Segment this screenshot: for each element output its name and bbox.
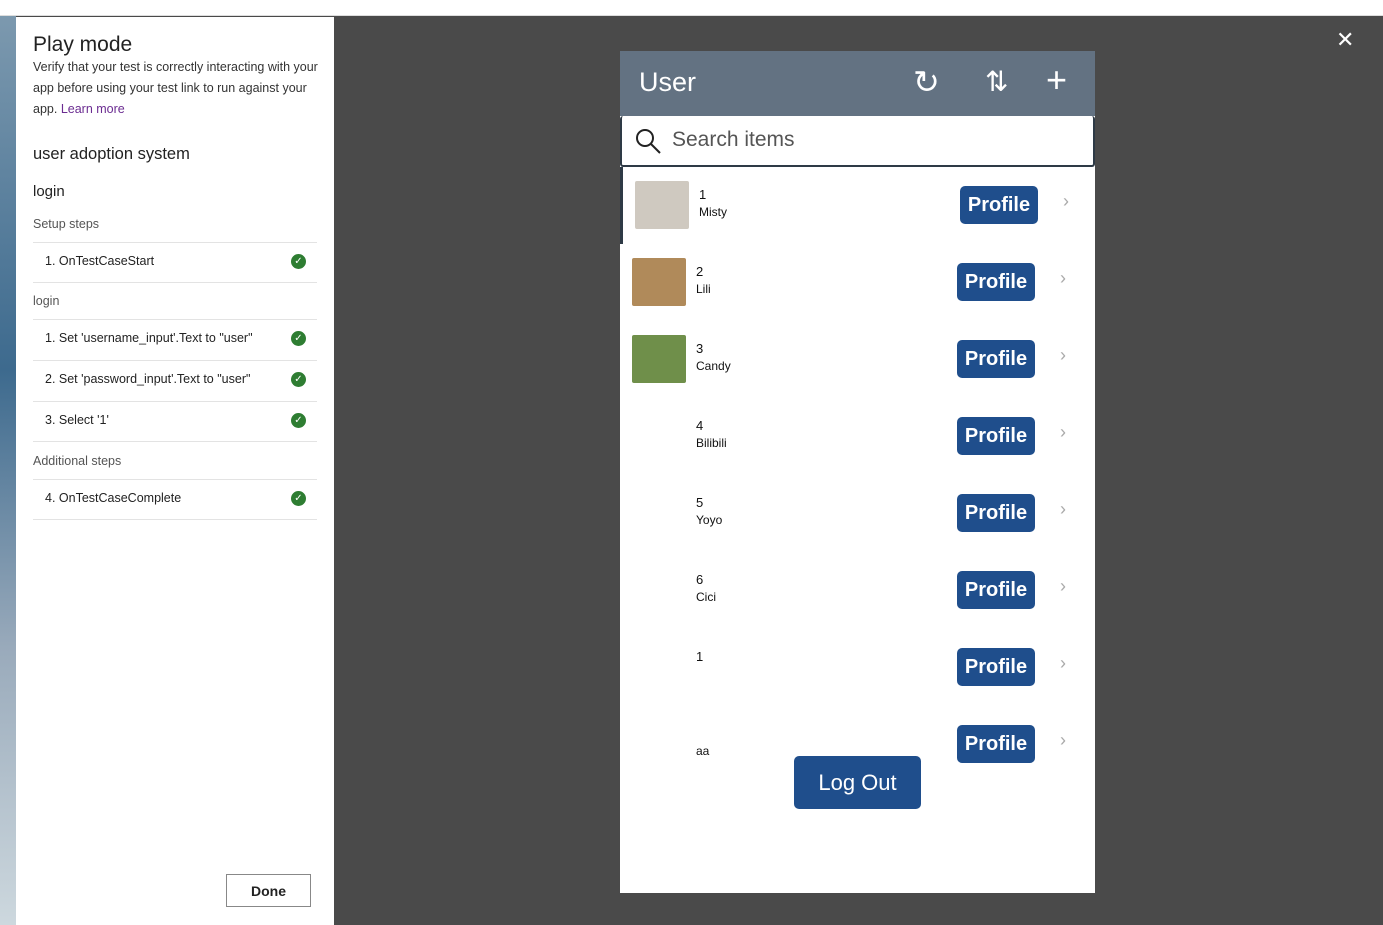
- browser-top-bar: [0, 0, 1383, 16]
- item-number: 3: [696, 341, 704, 356]
- list-item[interactable]: 3 Candy Profile ›: [620, 321, 1095, 398]
- profile-button[interactable]: Profile: [957, 725, 1035, 763]
- list-item[interactable]: 5 Yoyo Profile ›: [620, 475, 1095, 552]
- profile-button[interactable]: Profile: [957, 648, 1035, 686]
- login-steps-label: login: [33, 294, 60, 308]
- panel-title: Play mode: [33, 33, 133, 56]
- avatar: [632, 335, 686, 383]
- item-number: 5: [696, 495, 704, 510]
- chevron-right-icon[interactable]: ›: [1060, 653, 1066, 674]
- test-case-name: login: [33, 183, 65, 200]
- app-header: User ↻ ⇅ +: [620, 51, 1095, 116]
- app-name: user adoption system: [33, 145, 190, 163]
- check-icon: ✓: [291, 372, 306, 387]
- refresh-icon[interactable]: ↻: [913, 63, 940, 101]
- play-mode-panel: Play mode Verify that your test is corre…: [16, 17, 334, 925]
- step-text: 4. OnTestCaseComplete: [45, 491, 182, 505]
- search-placeholder: Search items: [672, 128, 795, 151]
- chevron-right-icon[interactable]: ›: [1060, 268, 1066, 289]
- panel-description: Verify that your test is correctly inter…: [33, 57, 323, 120]
- chevron-right-icon[interactable]: ›: [1060, 499, 1066, 520]
- desktop-background: [0, 0, 16, 925]
- step-item: 1. Set 'username_input'.Text to "user" ✓: [33, 319, 317, 360]
- check-icon: ✓: [291, 331, 306, 346]
- item-name: aa: [696, 744, 710, 758]
- item-number: 1: [696, 649, 704, 664]
- close-icon[interactable]: ✕: [1336, 27, 1354, 53]
- chevron-right-icon[interactable]: ›: [1060, 730, 1066, 751]
- item-name: Lili: [696, 282, 711, 296]
- check-icon: ✓: [291, 491, 306, 506]
- item-number: 4: [696, 418, 704, 433]
- list-item[interactable]: 6 Cici Profile ›: [620, 552, 1095, 629]
- list-item[interactable]: 1 Misty Profile ›: [620, 167, 1095, 244]
- chevron-right-icon[interactable]: ›: [1063, 191, 1069, 212]
- chevron-right-icon[interactable]: ›: [1060, 576, 1066, 597]
- profile-button[interactable]: Profile: [957, 340, 1035, 378]
- app-canvas: User ↻ ⇅ + Search items 1 Misty Profile › 2 L…: [620, 51, 1095, 893]
- profile-button[interactable]: Profile: [960, 186, 1038, 224]
- step-text: 2. Set 'password_input'.Text to "user": [45, 372, 251, 386]
- learn-more-link[interactable]: Learn more: [61, 102, 125, 116]
- search-input[interactable]: Search items: [620, 116, 1095, 167]
- chevron-right-icon[interactable]: ›: [1060, 345, 1066, 366]
- profile-button[interactable]: Profile: [957, 417, 1035, 455]
- setup-steps-label: Setup steps: [33, 217, 100, 231]
- list-item[interactable]: 4 Bilibili Profile ›: [620, 398, 1095, 475]
- item-name: Misty: [699, 205, 727, 219]
- avatar: [632, 258, 686, 306]
- screen-title: User: [639, 67, 697, 97]
- item-name: Candy: [696, 359, 731, 373]
- step-text: 1. Set 'username_input'.Text to "user": [45, 331, 253, 345]
- item-name: Bilibili: [696, 436, 727, 450]
- item-number: 2: [696, 264, 704, 279]
- step-item: 4. OnTestCaseComplete ✓: [33, 479, 317, 520]
- check-icon: ✓: [291, 254, 306, 269]
- step-item: 1. OnTestCaseStart ✓: [33, 242, 317, 283]
- avatar: [635, 181, 689, 229]
- additional-steps-label: Additional steps: [33, 454, 122, 468]
- log-out-button[interactable]: Log Out: [794, 756, 921, 809]
- sort-icon[interactable]: ⇅: [985, 65, 1008, 98]
- done-button[interactable]: Done: [226, 874, 311, 907]
- item-name: Yoyo: [696, 513, 723, 527]
- add-icon[interactable]: +: [1046, 59, 1067, 101]
- chevron-right-icon[interactable]: ›: [1060, 422, 1066, 443]
- step-text: 3. Select '1': [45, 413, 109, 427]
- step-text: 1. OnTestCaseStart: [45, 254, 155, 268]
- check-icon: ✓: [291, 413, 306, 428]
- list-item[interactable]: 2 Lili Profile ›: [620, 244, 1095, 321]
- item-number: 6: [696, 572, 704, 587]
- item-number: 1: [699, 187, 707, 202]
- item-name: Cici: [696, 590, 716, 604]
- list-item[interactable]: 1 Profile ›: [620, 629, 1095, 706]
- step-item: 3. Select '1' ✓: [33, 401, 317, 442]
- profile-button[interactable]: Profile: [957, 571, 1035, 609]
- step-item: 2. Set 'password_input'.Text to "user" ✓: [33, 360, 317, 401]
- search-icon: [636, 129, 661, 154]
- profile-button[interactable]: Profile: [957, 494, 1035, 532]
- profile-button[interactable]: Profile: [957, 263, 1035, 301]
